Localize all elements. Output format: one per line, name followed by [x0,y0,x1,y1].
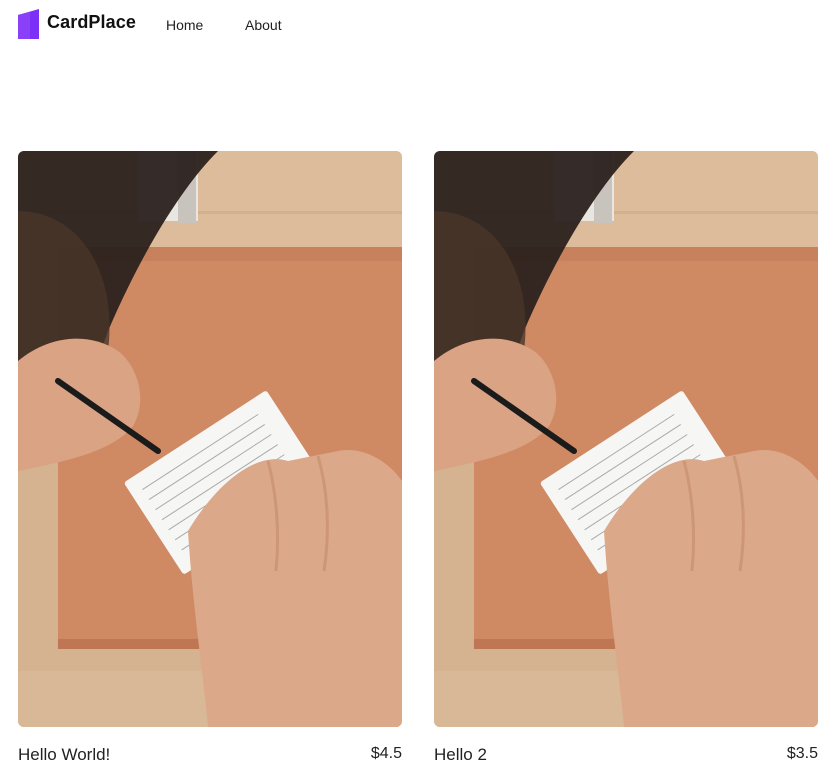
product-title[interactable]: Hello 2 [434,745,487,765]
brand-name[interactable]: CardPlace [47,12,136,33]
product-image[interactable] [18,151,402,727]
product-info: Hello World! $4.5 [18,745,402,775]
product-card[interactable]: Hello World! $4.5 [18,151,402,775]
product-price: $3.5 [786,745,818,762]
nav-link-about[interactable]: About [245,17,282,33]
card-logo-icon[interactable] [18,7,39,39]
product-image[interactable] [434,151,818,727]
nav-link-home[interactable]: Home [166,17,203,33]
product-info: Hello 2 $3.5 [434,745,818,775]
product-price: $4.5 [370,745,402,762]
top-navigation-bar: CardPlace Home About [0,0,833,50]
product-title[interactable]: Hello World! [18,745,110,765]
product-card[interactable]: Hello 2 $3.5 [434,151,818,775]
